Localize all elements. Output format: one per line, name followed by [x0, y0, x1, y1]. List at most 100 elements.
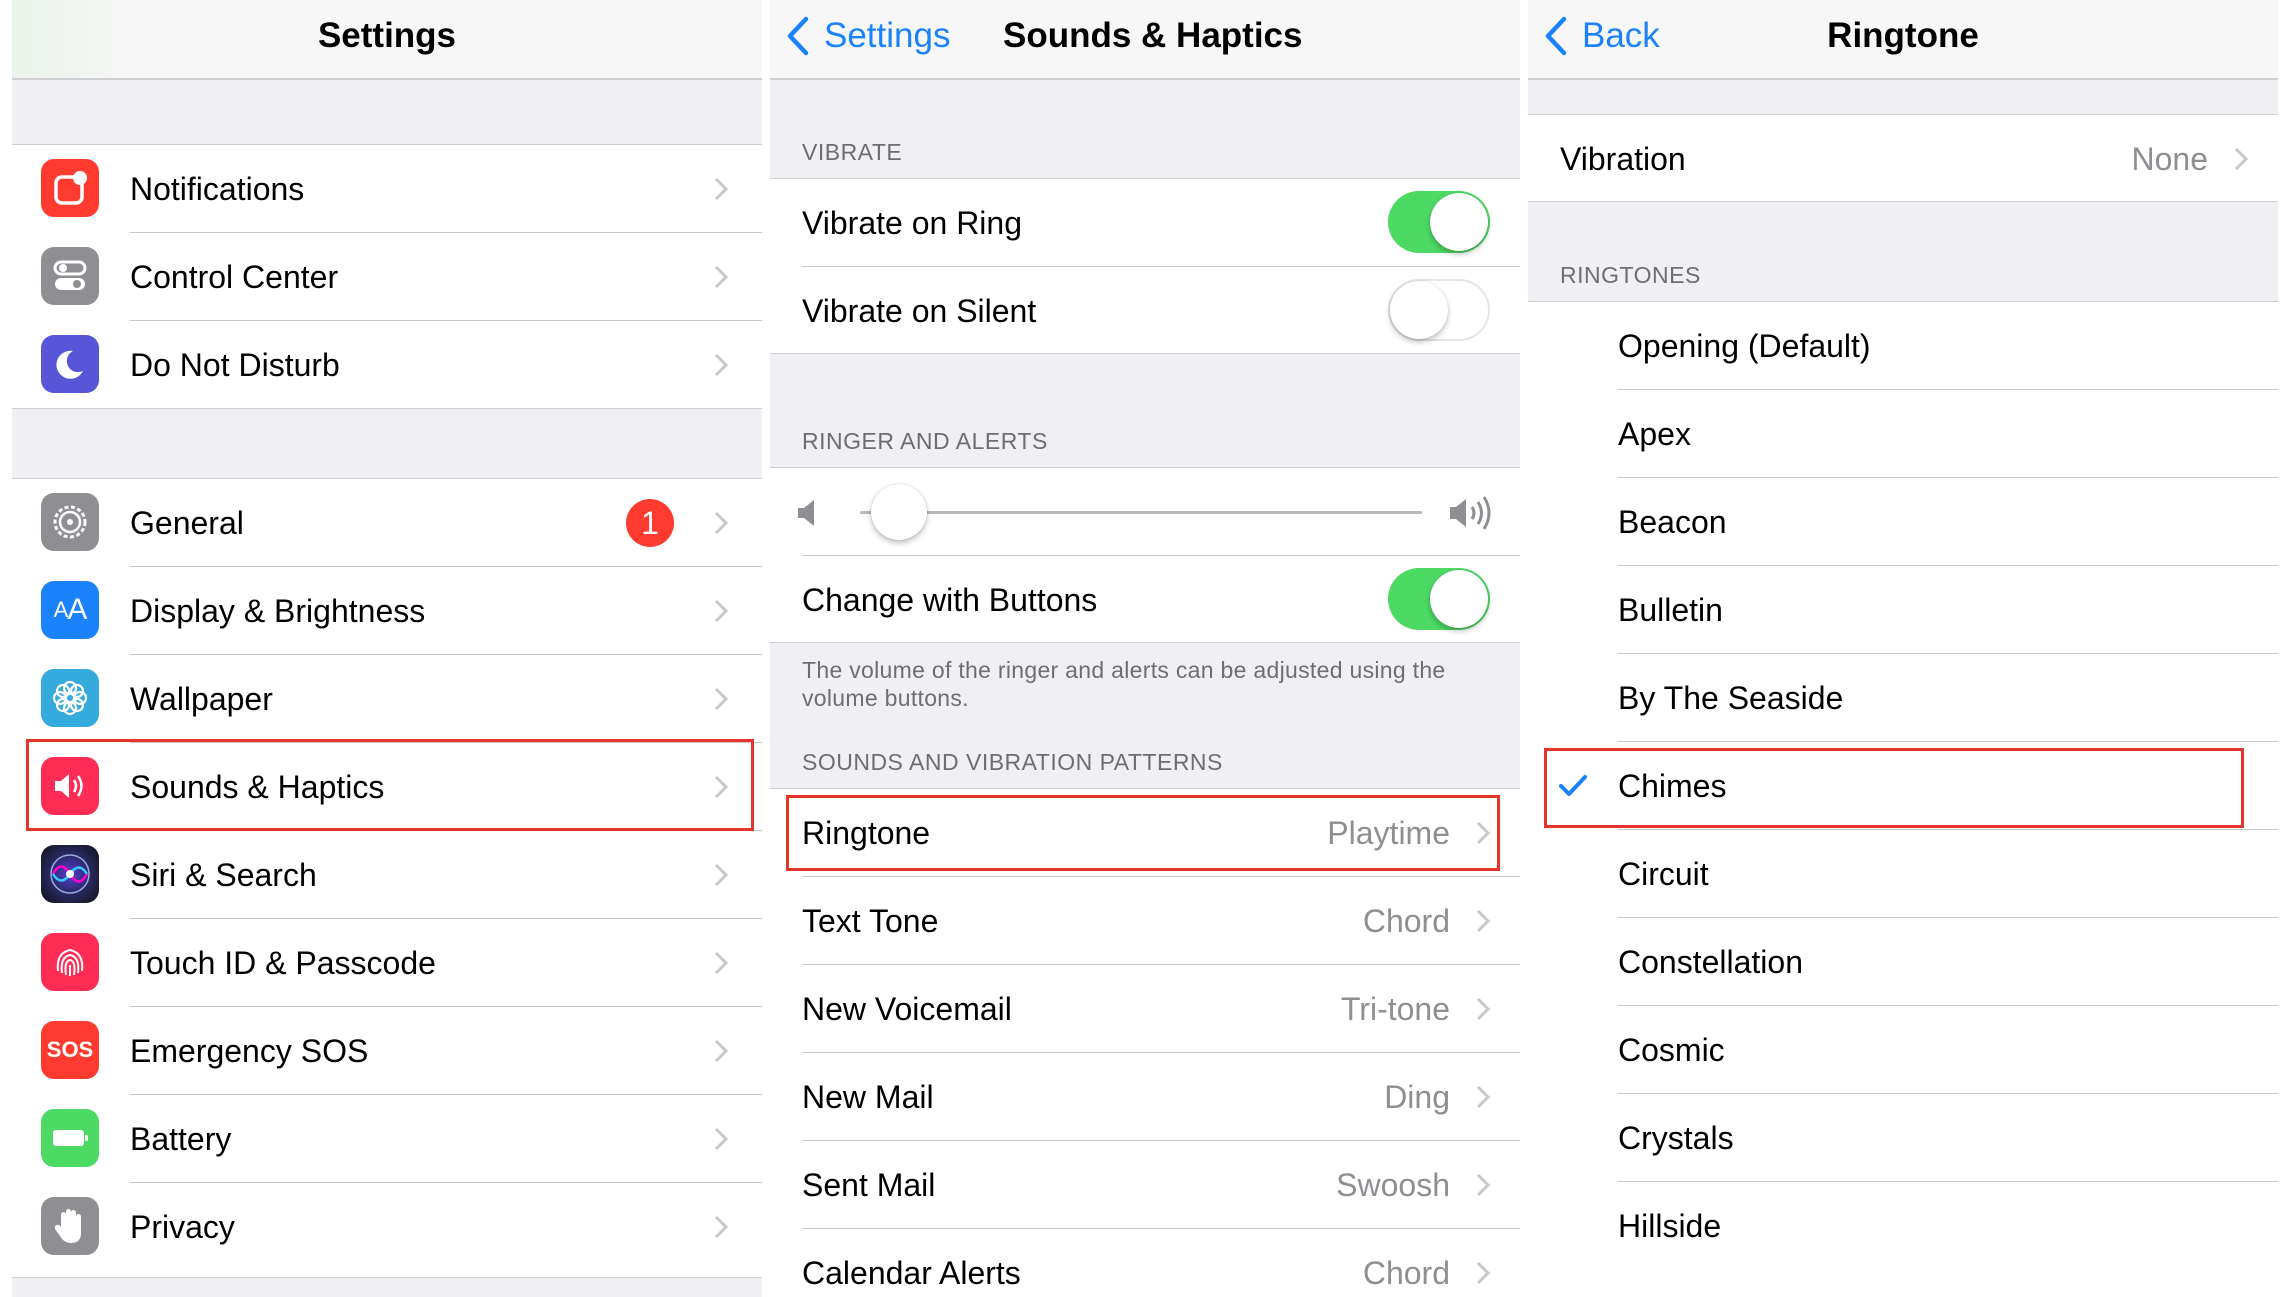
ringtone-item[interactable]: By The Seaside — [1528, 654, 2278, 742]
volume-slider-thumb[interactable] — [871, 484, 928, 540]
row-label: Crystals — [1618, 1120, 1734, 1156]
calendar-alerts-row[interactable]: Calendar Alerts Chord — [770, 1229, 1520, 1297]
row-label: Wallpaper — [130, 681, 273, 717]
settings-item-display-brightness[interactable]: AA Display & Brightness — [12, 567, 762, 655]
chevron-right-icon — [1476, 1261, 1490, 1285]
ringtone-item[interactable]: Crystals — [1528, 1094, 2278, 1182]
row-label: Circuit — [1618, 856, 1709, 892]
ringtone-item[interactable]: Constellation — [1528, 918, 2278, 1006]
vibration-group: Vibration None — [1528, 114, 2278, 202]
sos-icon: SOS — [41, 1021, 99, 1079]
back-label: Settings — [824, 16, 951, 55]
ringtone-item[interactable]: Circuit — [1528, 830, 2278, 918]
chevron-right-icon — [714, 687, 728, 711]
chevron-right-icon — [1476, 1085, 1490, 1109]
text-tone-row[interactable]: Text Tone Chord — [770, 877, 1520, 965]
settings-item-battery[interactable]: Battery — [12, 1095, 762, 1183]
row-label: Calendar Alerts — [802, 1255, 1021, 1291]
sounds-haptics-panel: Settings Sounds & Haptics VIBRATE Vibrat… — [770, 0, 1520, 1297]
settings-item-emergency-sos[interactable]: SOS Emergency SOS — [12, 1007, 762, 1095]
battery-icon — [41, 1109, 99, 1167]
moon-icon — [41, 335, 99, 393]
row-label: Notifications — [130, 171, 305, 207]
display-icon: AA — [41, 581, 99, 639]
chevron-right-icon — [714, 353, 728, 377]
new-voicemail-row[interactable]: New Voicemail Tri-tone — [770, 965, 1520, 1053]
hand-icon — [41, 1197, 99, 1255]
volume-slider[interactable] — [860, 484, 1422, 540]
settings-item-general[interactable]: General 1 — [12, 479, 762, 567]
settings-item-touch-id-passcode[interactable]: Touch ID & Passcode — [12, 919, 762, 1007]
highlight-box — [1544, 748, 2244, 828]
row-label: Do Not Disturb — [130, 347, 340, 383]
row-label: Touch ID & Passcode — [130, 945, 436, 981]
section-header-patterns: SOUNDS AND VIBRATION PATTERNS — [802, 749, 1223, 775]
ringtone-item[interactable]: Opening (Default) — [1528, 302, 2278, 390]
sent-mail-row[interactable]: Sent Mail Swoosh — [770, 1141, 1520, 1229]
row-label: Control Center — [130, 259, 339, 295]
row-label: Beacon — [1618, 504, 1727, 540]
change-with-buttons-toggle[interactable] — [1388, 568, 1490, 630]
row-label: Sent Mail — [802, 1167, 936, 1203]
settings-item-siri-search[interactable]: Siri & Search — [12, 831, 762, 919]
fingerprint-icon — [41, 933, 99, 991]
ringer-group: Change with Buttons — [770, 467, 1520, 643]
chevron-right-icon — [2234, 147, 2248, 171]
settings-item-wallpaper[interactable]: Wallpaper — [12, 655, 762, 743]
row-label: By The Seaside — [1618, 680, 1844, 716]
row-label: Siri & Search — [130, 857, 317, 893]
ringtone-item[interactable]: Hillside — [1528, 1182, 2278, 1270]
chevron-right-icon — [714, 599, 728, 623]
settings-item-control-center[interactable]: Control Center — [12, 233, 762, 321]
ringtone-item[interactable]: Cosmic — [1528, 1006, 2278, 1094]
row-value: None — [2131, 141, 2209, 177]
row-label: Text Tone — [802, 903, 939, 939]
chevron-right-icon — [714, 951, 728, 975]
sounds-navbar: Settings Sounds & Haptics — [770, 0, 1520, 80]
highlight-box — [26, 739, 754, 831]
row-label: Opening (Default) — [1618, 328, 1871, 364]
row-value: Swoosh — [1336, 1167, 1450, 1203]
section-header-ringer: RINGER AND ALERTS — [802, 428, 1048, 454]
row-value: Ding — [1384, 1079, 1450, 1115]
row-label: General — [130, 505, 244, 541]
chevron-right-icon — [1476, 997, 1490, 1021]
row-label: Change with Buttons — [802, 582, 1098, 618]
siri-icon — [41, 845, 99, 903]
wallpaper-icon — [41, 669, 99, 727]
vibration-row[interactable]: Vibration None — [1528, 115, 2278, 203]
volume-slider-row — [770, 468, 1520, 556]
vibrate-group: Vibrate on Ring Vibrate on Silent — [770, 178, 1520, 354]
ringer-footer-text: The volume of the ringer and alerts can … — [802, 657, 1446, 711]
ringtone-item[interactable]: Beacon — [1528, 478, 2278, 566]
chevron-left-icon — [787, 16, 809, 56]
chevron-right-icon — [714, 1039, 728, 1063]
ringtone-item[interactable]: Apex — [1528, 390, 2278, 478]
row-label: Vibration — [1560, 141, 1686, 177]
settings-item-do-not-disturb[interactable]: Do Not Disturb — [12, 321, 762, 409]
chevron-right-icon — [1476, 1173, 1490, 1197]
back-button[interactable]: Settings — [786, 0, 950, 80]
new-mail-row[interactable]: New Mail Ding — [770, 1053, 1520, 1141]
row-label: Privacy — [130, 1209, 235, 1245]
gear-icon — [41, 493, 99, 551]
chevron-right-icon — [714, 863, 728, 887]
settings-panel: Settings Notifications Control Center Do… — [12, 0, 762, 1297]
settings-group-2: General 1 AA Display & Brightness Wallpa… — [12, 478, 762, 1278]
vibrate-on-ring-toggle[interactable] — [1388, 191, 1490, 253]
row-label: New Voicemail — [802, 991, 1012, 1027]
chevron-right-icon — [1476, 909, 1490, 933]
row-value: Chord — [1362, 1255, 1450, 1291]
chevron-right-icon — [714, 177, 728, 201]
highlight-box — [786, 795, 1500, 871]
settings-item-notifications[interactable]: Notifications — [12, 145, 762, 233]
section-header-ringtones: RINGTONES — [1560, 262, 1701, 288]
ringtone-navbar: Back Ringtone — [1528, 0, 2278, 80]
ringtone-item[interactable]: Bulletin — [1528, 566, 2278, 654]
chevron-right-icon — [714, 265, 728, 289]
page-title: Ringtone — [1827, 16, 1979, 55]
settings-group-1: Notifications Control Center Do Not Dist… — [12, 144, 762, 409]
vibrate-on-silent-toggle[interactable] — [1388, 279, 1490, 341]
settings-item-privacy[interactable]: Privacy — [12, 1183, 762, 1271]
volume-low-icon — [798, 500, 814, 526]
